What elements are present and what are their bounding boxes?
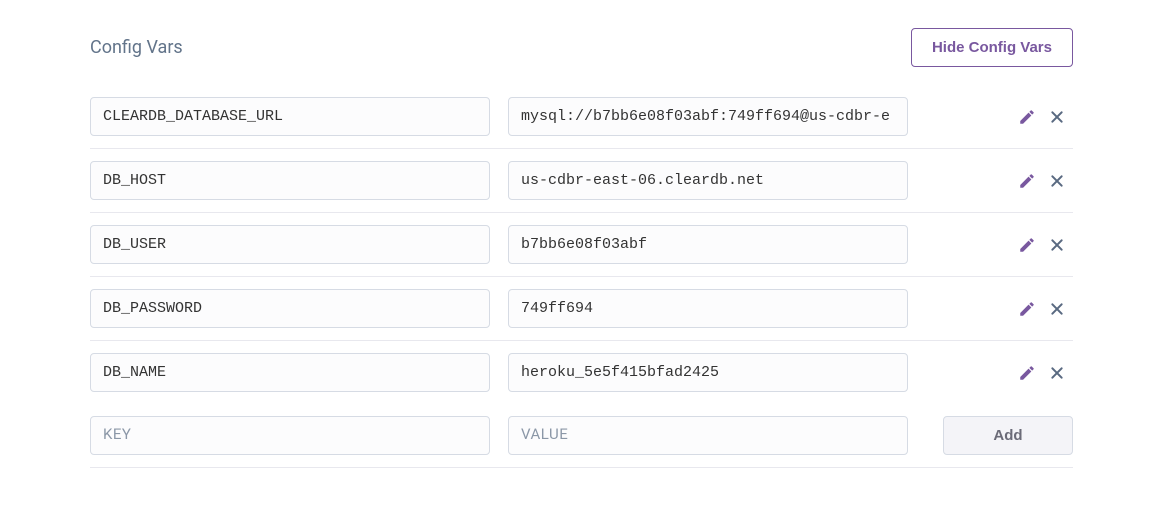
config-vars-header: Config Vars Hide Config Vars (90, 28, 1073, 67)
add-button[interactable]: Add (943, 416, 1073, 455)
config-var-key-input[interactable] (90, 225, 490, 264)
new-key-input[interactable] (90, 416, 490, 455)
config-var-value-input[interactable] (508, 289, 908, 328)
row-actions (926, 171, 1073, 191)
row-actions (926, 235, 1073, 255)
close-icon[interactable] (1047, 363, 1067, 383)
row-actions (926, 299, 1073, 319)
config-var-value-input[interactable] (508, 161, 908, 200)
close-icon[interactable] (1047, 235, 1067, 255)
config-var-key-input[interactable] (90, 289, 490, 328)
pencil-icon[interactable] (1017, 107, 1037, 127)
config-var-value-input[interactable] (508, 225, 908, 264)
pencil-icon[interactable] (1017, 171, 1037, 191)
page-title: Config Vars (90, 37, 183, 58)
config-var-row (90, 277, 1073, 341)
row-actions (926, 363, 1073, 383)
hide-config-vars-button[interactable]: Hide Config Vars (911, 28, 1073, 67)
add-config-var-row: Add (90, 404, 1073, 468)
config-var-key-input[interactable] (90, 161, 490, 200)
pencil-icon[interactable] (1017, 299, 1037, 319)
config-var-row (90, 213, 1073, 277)
pencil-icon[interactable] (1017, 363, 1037, 383)
pencil-icon[interactable] (1017, 235, 1037, 255)
close-icon[interactable] (1047, 299, 1067, 319)
config-var-row (90, 85, 1073, 149)
config-var-key-input[interactable] (90, 97, 490, 136)
config-var-value-input[interactable] (508, 97, 908, 136)
config-var-row (90, 149, 1073, 213)
close-icon[interactable] (1047, 107, 1067, 127)
config-var-key-input[interactable] (90, 353, 490, 392)
config-var-row (90, 341, 1073, 404)
config-var-value-input[interactable] (508, 353, 908, 392)
close-icon[interactable] (1047, 171, 1067, 191)
new-value-input[interactable] (508, 416, 908, 455)
row-actions (926, 107, 1073, 127)
